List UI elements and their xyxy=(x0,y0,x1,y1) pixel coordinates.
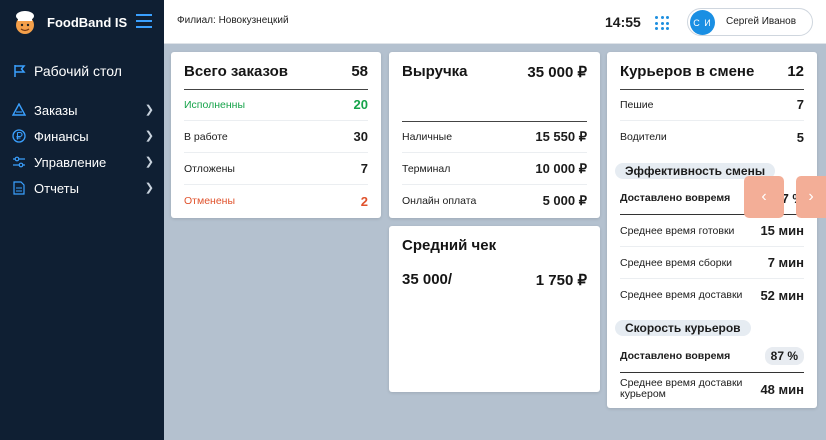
row-value: 30 xyxy=(353,129,368,144)
row-label: Исполненны xyxy=(184,98,246,111)
row-label: Среднее время доставки xyxy=(620,289,743,301)
card-title: Курьеров в смене xyxy=(620,63,755,80)
revenue-total: 35 000 ₽ xyxy=(527,64,587,81)
chevron-right-icon: › xyxy=(808,188,814,205)
orders-row-cancelled: Отменены 2 xyxy=(184,185,368,217)
card-title: Средний чек xyxy=(402,237,497,254)
row-label: Доставлено вовремя xyxy=(620,350,731,362)
carousel-prev-button[interactable]: ‹ xyxy=(744,176,784,218)
row-label: Среднее время доставки курьером xyxy=(620,377,743,400)
speed-row-on-time: Доставлено вовремя 87 % xyxy=(620,340,804,373)
ruble-icon xyxy=(12,129,26,143)
menu-toggle-button[interactable] xyxy=(136,14,152,28)
orders-row-done: Исполненны 20 xyxy=(184,89,368,121)
user-name: Сергей Иванов xyxy=(726,16,797,27)
chevron-right-icon: ❯ xyxy=(144,130,154,142)
sidebar-item-reports[interactable]: Отчеты ❯ xyxy=(12,179,158,197)
row-value: 52 мин xyxy=(760,287,804,303)
chef-hat-icon xyxy=(12,103,26,117)
revenue-row-terminal: Терминал 10 000 ₽ xyxy=(402,153,587,185)
revenue-row-cash: Наличные 15 550 ₽ xyxy=(402,121,587,153)
branch-label: Филиал: Новокузнецкий xyxy=(177,15,289,26)
burger-line xyxy=(136,26,152,28)
row-label: Онлайн оплата xyxy=(402,195,477,207)
chevron-left-icon: ‹ xyxy=(761,188,767,205)
row-value: 15 550 ₽ xyxy=(535,128,587,144)
couriers-row-drivers: Водители 5 xyxy=(620,121,804,153)
carousel-next-button[interactable]: › xyxy=(796,176,826,218)
sidebar-item-label: Рабочий стол xyxy=(34,63,122,79)
burger-line xyxy=(136,20,152,22)
sidebar-item-finance[interactable]: Финансы ❯ xyxy=(12,127,158,145)
chevron-right-icon: ❯ xyxy=(144,182,154,194)
couriers-total: 12 xyxy=(787,63,804,80)
orders-total: 58 xyxy=(351,63,368,80)
row-label: Доставлено вовремя xyxy=(620,192,731,204)
row-label: Терминал xyxy=(402,162,451,175)
speed-row-delivery: Среднее время доставки курьером 48 мин xyxy=(620,373,804,405)
sidebar-item-label: Финансы xyxy=(34,128,89,144)
row-value: 7 xyxy=(796,97,804,112)
user-menu-button[interactable]: С И Сергей Иванов xyxy=(687,8,813,36)
chevron-right-icon: ❯ xyxy=(144,104,154,116)
chevron-right-icon: ❯ xyxy=(144,156,154,168)
document-icon xyxy=(12,181,26,195)
row-label: Водители xyxy=(620,131,667,143)
row-label: Отложены xyxy=(184,162,235,175)
orders-row-postponed: Отложены 7 xyxy=(184,153,368,185)
chef-logo-icon xyxy=(16,11,34,34)
efficiency-row-delivery: Среднее время доставки 52 мин xyxy=(620,279,804,311)
sidebar: FoodBand IS Рабочий стол Заказы ❯ Финанс… xyxy=(0,0,164,440)
efficiency-row-assembly: Среднее время сборки 7 мин xyxy=(620,247,804,279)
orders-card: Всего заказов 58 Исполненны 20 В работе … xyxy=(171,52,381,218)
sidebar-item-management[interactable]: Управление ❯ xyxy=(12,153,158,171)
row-label: Наличные xyxy=(402,130,453,143)
card-title: Всего заказов xyxy=(184,63,288,80)
row-label: Пешие xyxy=(620,98,654,111)
revenue-row-online: Онлайн оплата 5 000 ₽ xyxy=(402,185,587,217)
sliders-icon xyxy=(12,155,26,169)
apps-grid-icon[interactable] xyxy=(655,16,669,30)
top-bar: Филиал: Новокузнецкий 14:55 С И Сергей И… xyxy=(164,0,826,44)
row-value: 15 мин xyxy=(760,223,804,238)
sidebar-item-label: Заказы xyxy=(34,102,78,118)
average-check-card: Средний чек 35 000/ 1 750 ₽ xyxy=(389,226,600,392)
avatar: С И xyxy=(690,10,715,35)
row-value: 48 мин xyxy=(760,381,804,397)
row-value: 10 000 ₽ xyxy=(535,160,587,176)
brand-name: FoodBand IS xyxy=(47,15,128,30)
flag-icon xyxy=(12,64,26,78)
row-value: 7 xyxy=(360,161,368,176)
speed-percent-badge: 87 % xyxy=(764,347,804,365)
row-value: 5 000 ₽ xyxy=(542,193,587,208)
sidebar-item-label: Отчеты xyxy=(34,180,79,196)
row-label: Среднее время готовки xyxy=(620,224,735,237)
orders-row-in-progress: В работе 30 xyxy=(184,121,368,153)
row-label: Среднее время сборки xyxy=(620,256,733,269)
clock: 14:55 xyxy=(605,14,641,30)
burger-line xyxy=(136,14,152,16)
row-value: 5 xyxy=(796,129,804,145)
row-label: Отменены xyxy=(184,195,236,207)
row-value: 7 мин xyxy=(767,255,804,270)
average-check-value: 1 750 ₽ xyxy=(535,272,587,289)
card-title: Выручка xyxy=(402,63,468,80)
row-value: 2 xyxy=(360,193,368,209)
sidebar-item-orders[interactable]: Заказы ❯ xyxy=(12,101,158,119)
average-check-left: 35 000/ xyxy=(402,271,453,288)
sidebar-item-dashboard[interactable]: Рабочий стол xyxy=(12,62,158,80)
row-label: В работе xyxy=(184,130,228,143)
row-value: 20 xyxy=(353,97,368,112)
efficiency-row-cooking: Среднее время готовки 15 мин xyxy=(620,215,804,247)
couriers-row-walkers: Пешие 7 xyxy=(620,89,804,121)
sidebar-item-label: Управление xyxy=(34,154,107,170)
couriers-card: Курьеров в смене 12 Пешие 7 Водители 5 Э… xyxy=(607,52,817,408)
revenue-card: Выручка 35 000 ₽ Наличные 15 550 ₽ Терми… xyxy=(389,52,600,218)
speed-section-title: Скорость курьеров xyxy=(615,320,751,336)
